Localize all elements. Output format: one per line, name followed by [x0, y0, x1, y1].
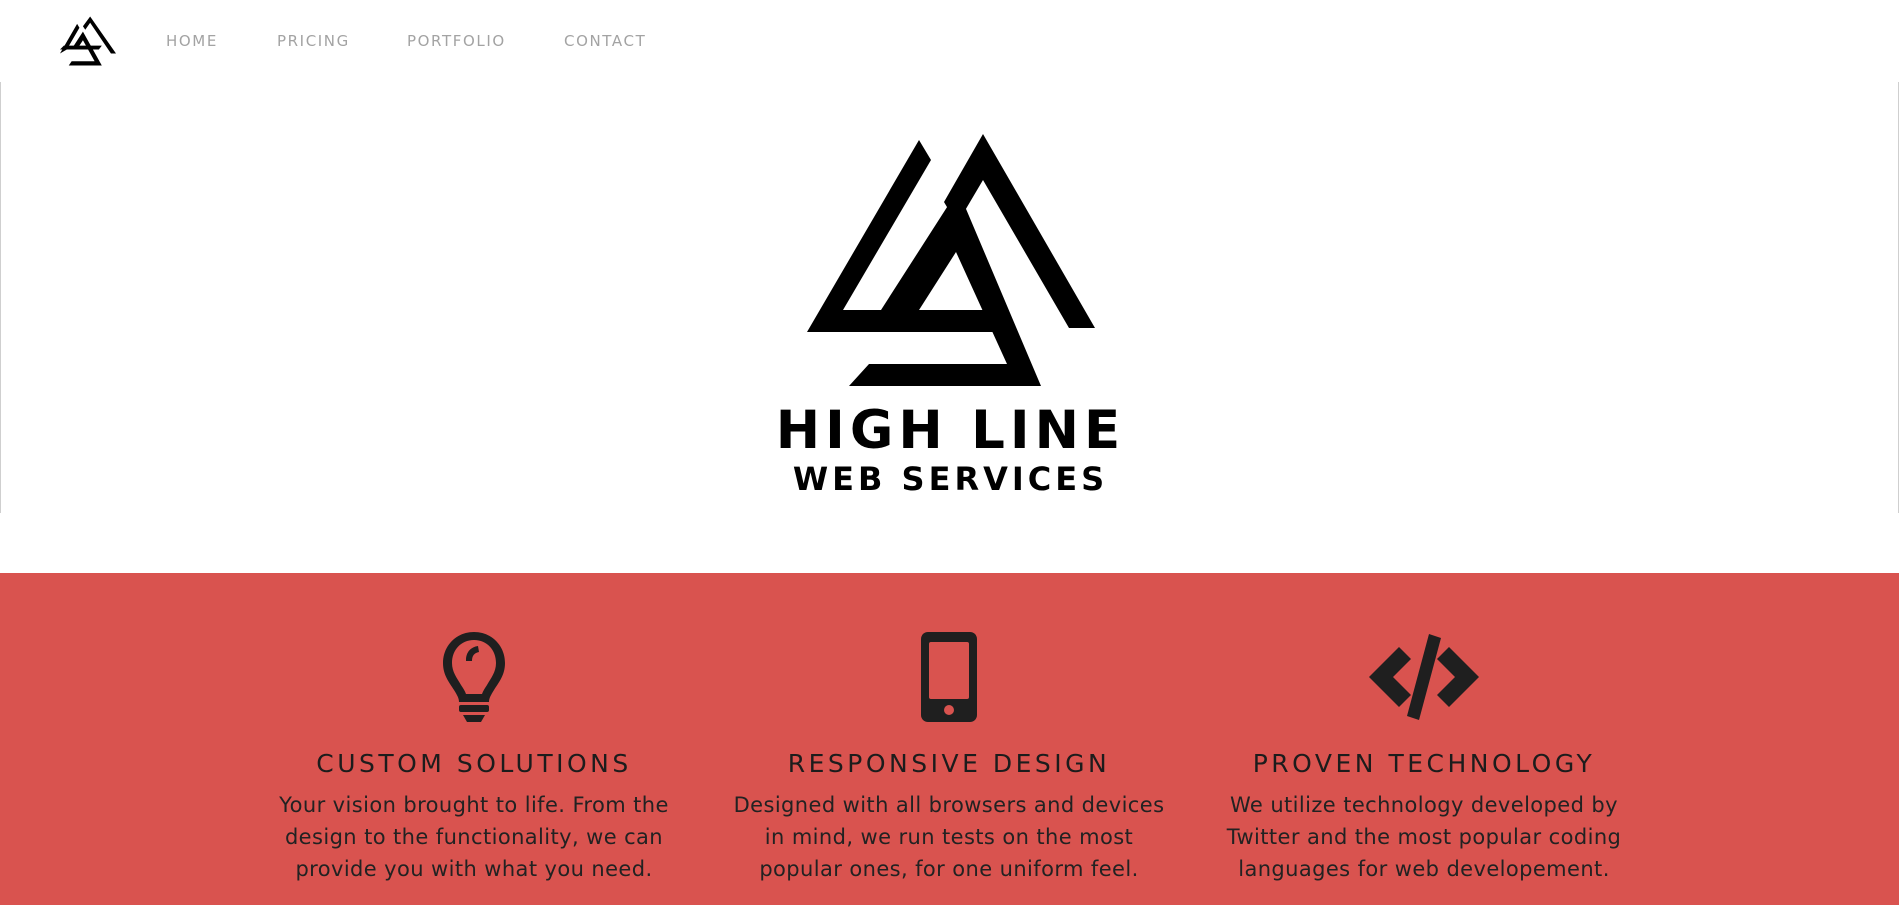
feature-title: RESPONSIVE DESIGN [787, 749, 1111, 778]
hero-section: HIGH LINE WEB SERVICES [0, 82, 1899, 513]
brand-subtitle: WEB SERVICES [792, 460, 1109, 498]
feature-description: Your vision brought to life. From the de… [279, 793, 669, 881]
features-section: CUSTOM SOLUTIONS Your vision brought to … [0, 573, 1899, 905]
nav-pricing[interactable]: PRICING [277, 31, 350, 51]
nav-portfolio[interactable]: PORTFOLIO [407, 31, 506, 51]
feature-title: PROVEN TECHNOLOGY [1252, 749, 1596, 778]
nav-contact[interactable]: CONTACT [564, 31, 646, 51]
feature-title: CUSTOM SOLUTIONS [316, 749, 632, 778]
top-navbar: HOME PRICING PORTFOLIO CONTACT [0, 0, 1899, 82]
code-icon [1369, 634, 1479, 720]
triangle-logo-icon [807, 134, 1095, 386]
brand-title: HIGH LINE [775, 400, 1126, 461]
feature-description: We utilize technology developed by Twitt… [1226, 793, 1622, 881]
lightbulb-icon [443, 632, 505, 722]
nav-home[interactable]: HOME [166, 31, 218, 51]
feature-description: Designed with all browsers and devices i… [733, 793, 1165, 881]
mobile-phone-icon [921, 632, 977, 722]
triangle-logo-icon[interactable] [60, 16, 116, 66]
